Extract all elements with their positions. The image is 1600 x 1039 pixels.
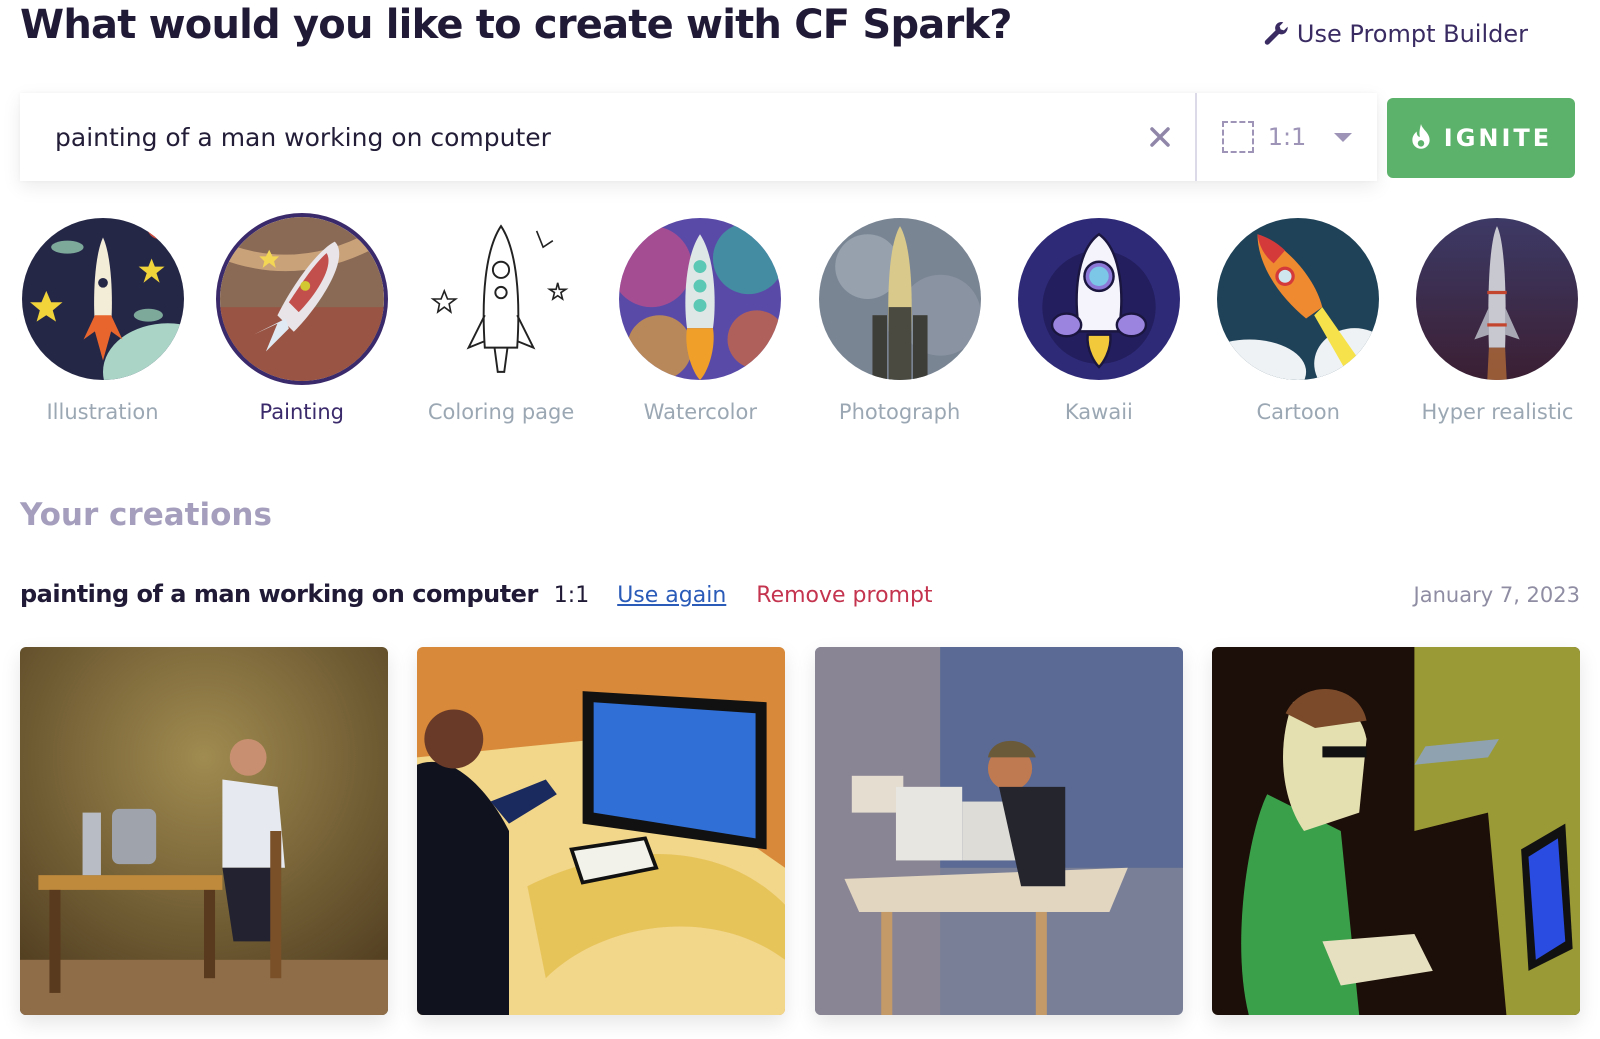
generated-image-1[interactable] [20,647,388,1015]
style-label: Photograph [838,400,961,424]
your-creations-heading: Your creations [20,497,272,533]
clear-prompt-button[interactable] [1125,93,1195,181]
style-option-kawaii[interactable]: Kawaii [1016,218,1181,424]
style-label: Hyper realistic [1421,400,1574,424]
style-label: Cartoon [1256,400,1340,424]
style-thumbnail [1416,218,1579,380]
dashed-square-icon [1221,121,1254,153]
rocket-cartoon-image [1217,218,1380,380]
man-at-desk-impressionist-image [814,647,1183,1015]
creation-date: January 7, 2023 [1413,583,1580,607]
ignite-label: IGNITE [1443,124,1553,152]
generated-image-2[interactable] [417,647,786,1015]
ignite-button[interactable]: IGNITE [1387,98,1575,178]
style-thumbnail [619,218,782,380]
remove-prompt-link[interactable]: Remove prompt [756,583,932,608]
style-label: Kawaii [1064,400,1133,424]
style-thumbnail [818,218,981,380]
style-label: Coloring page [427,400,575,424]
man-at-desk-realistic-image [20,647,388,1015]
prompt-input[interactable] [20,93,1125,181]
use-again-link[interactable]: Use again [617,583,726,608]
creation-ratio: 1:1 [553,583,590,608]
style-thumbnail [1217,218,1380,380]
use-prompt-builder-link[interactable]: Use Prompt Builder [1263,20,1528,48]
style-option-illustration[interactable]: Illustration [20,218,185,424]
wrench-icon [1264,22,1288,45]
man-at-desk-digital-image [1211,647,1580,1015]
style-option-watercolor[interactable]: Watercolor [618,218,783,424]
generated-image-3[interactable] [814,647,1183,1015]
creation-group-header: painting of a man working on computer 1:… [20,580,1580,608]
rocket-hyper-realistic-image [1416,218,1579,380]
style-label: Illustration [46,400,159,424]
style-thumbnail [420,218,583,380]
prompt-search-bar: 1:1 [20,93,1377,181]
creation-prompt-text: painting of a man working on computer [20,580,538,608]
style-thumbnail [21,218,184,380]
rocket-illustration-image [21,218,184,380]
caret-down-icon [1334,132,1353,142]
style-thumbnail [1017,218,1180,380]
rocket-kawaii-image [1017,218,1180,380]
rocket-coloring-page-image [420,218,583,380]
rocket-painting-image [219,217,384,381]
aspect-ratio-dropdown[interactable]: 1:1 [1197,93,1377,181]
man-at-desk-stylized-image [417,647,786,1015]
creation-gallery [20,647,1580,1015]
flame-icon [1412,124,1430,149]
prompt-builder-label: Use Prompt Builder [1296,20,1528,48]
rocket-watercolor-image [619,218,782,380]
close-icon [1150,127,1170,147]
style-option-painting[interactable]: Painting [215,213,388,424]
generated-image-4[interactable] [1211,647,1580,1015]
style-option-hyper-realistic[interactable]: Hyper realistic [1415,218,1580,424]
style-option-coloring-page[interactable]: Coloring page [419,218,584,424]
style-selector: Illustration Painting Coloring page Wate… [20,213,1580,424]
style-option-photograph[interactable]: Photograph [817,218,982,424]
rocket-photograph-image [818,218,981,380]
style-label: Watercolor [643,400,757,424]
style-option-cartoon[interactable]: Cartoon [1216,218,1381,424]
style-thumbnail [215,213,388,385]
style-label: Painting [259,400,344,424]
page-title: What would you like to create with CF Sp… [20,2,1012,48]
aspect-ratio-value: 1:1 [1267,123,1307,151]
